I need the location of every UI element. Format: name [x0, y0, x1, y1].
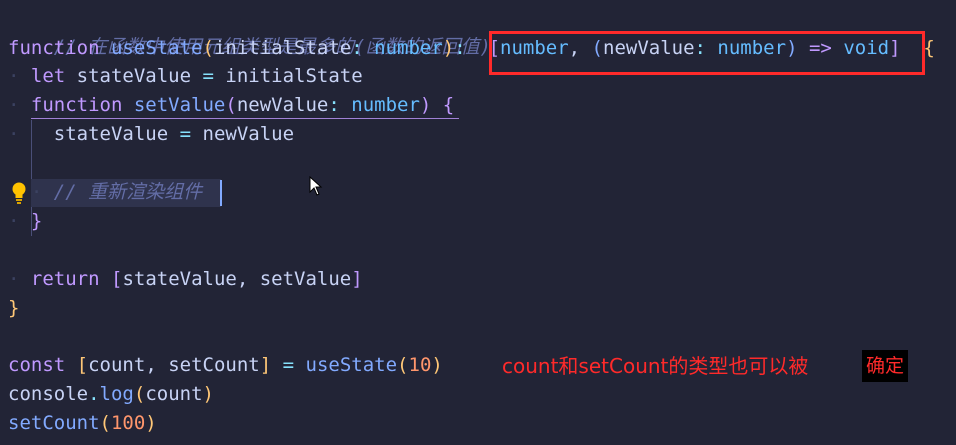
- colon: :: [328, 94, 340, 116]
- code-editor[interactable]: // 在函数中使用元组类型是最多的(函数的返回值) function useSt…: [0, 0, 956, 445]
- code-line-14: console.log(count): [8, 380, 214, 409]
- param-name: newValue: [236, 94, 329, 116]
- annotation-tail-label: 确定: [862, 350, 909, 382]
- keyword-const: const: [8, 354, 66, 376]
- scope-underline: [31, 118, 459, 119]
- paren: ): [145, 412, 157, 434]
- variable: initialState: [225, 65, 363, 87]
- keyword-function: function: [8, 37, 100, 59]
- bracket: [: [110, 268, 123, 290]
- variable: stateValue: [122, 268, 237, 290]
- paren: (: [202, 37, 214, 59]
- paren: ): [202, 383, 214, 405]
- function-name: setValue: [133, 94, 226, 116]
- annotation-text: count和setCount的类型也可以被: [502, 354, 809, 378]
- return-type-highlight-box: [489, 31, 925, 75]
- paren: ): [419, 94, 432, 116]
- keyword-let: let: [30, 65, 66, 87]
- paren: ): [431, 354, 443, 376]
- variable: setValue: [259, 268, 352, 290]
- brace: }: [30, 210, 43, 232]
- paren: (: [397, 354, 409, 376]
- paren: (: [133, 383, 146, 405]
- object: console: [8, 383, 89, 405]
- code-line-4: · function setValue(newValue: number) {: [8, 94, 455, 116]
- keyword-return: return: [30, 268, 100, 290]
- operator: =: [179, 123, 192, 145]
- colon: :: [454, 37, 466, 59]
- code-line-13: const [count, setCount] = useState(10): [8, 351, 443, 380]
- function-call: log: [99, 383, 134, 405]
- code-line-5: · stateValue = newValue: [8, 123, 295, 145]
- lightbulb-icon[interactable]: [10, 181, 28, 205]
- variable: newValue: [202, 123, 295, 145]
- operator: =: [202, 65, 214, 87]
- paren: ): [442, 37, 455, 59]
- code-line-8: · }: [8, 210, 43, 232]
- mouse-pointer-icon: [309, 176, 323, 196]
- bracket: ]: [351, 268, 363, 290]
- comma: ,: [145, 354, 169, 376]
- variable: stateValue: [76, 65, 192, 87]
- brace: }: [8, 297, 20, 319]
- code-line-10: · return [stateValue, setValue]: [8, 268, 363, 290]
- type-annotation: number: [374, 37, 443, 59]
- variable: stateValue: [53, 123, 169, 145]
- function-call: useState: [305, 354, 398, 376]
- bracket: ]: [259, 354, 272, 376]
- variable: count: [88, 354, 146, 376]
- code-line-7: · // 重新渲染组件: [8, 181, 203, 203]
- variable: setCount: [168, 354, 260, 376]
- code-line-11: }: [8, 294, 19, 323]
- code-line-15: setCount(100): [8, 409, 157, 438]
- comment: // 重新渲染组件: [53, 181, 203, 203]
- bracket: [: [76, 354, 89, 376]
- function-call: setCount: [8, 412, 100, 434]
- paren: (: [225, 94, 237, 116]
- keyword-function: function: [30, 94, 123, 116]
- code-line-1: // 在函数中使用元组类型是最多的(函数的返回值): [8, 4, 491, 58]
- number-literal: 10: [408, 354, 432, 376]
- colon: :: [351, 37, 363, 59]
- brace: {: [923, 37, 935, 59]
- param-name: initialState: [213, 37, 352, 59]
- brace: {: [442, 94, 455, 116]
- type-annotation: number: [351, 94, 420, 116]
- text-cursor: [220, 180, 222, 206]
- comma: ,: [236, 268, 260, 290]
- function-name: useState: [110, 37, 203, 59]
- dot: .: [88, 383, 100, 405]
- paren: (: [99, 412, 111, 434]
- number-literal: 100: [110, 412, 146, 434]
- code-line-3: · let stateValue = initialState: [8, 65, 363, 87]
- variable: count: [145, 383, 203, 405]
- operator: =: [282, 354, 295, 376]
